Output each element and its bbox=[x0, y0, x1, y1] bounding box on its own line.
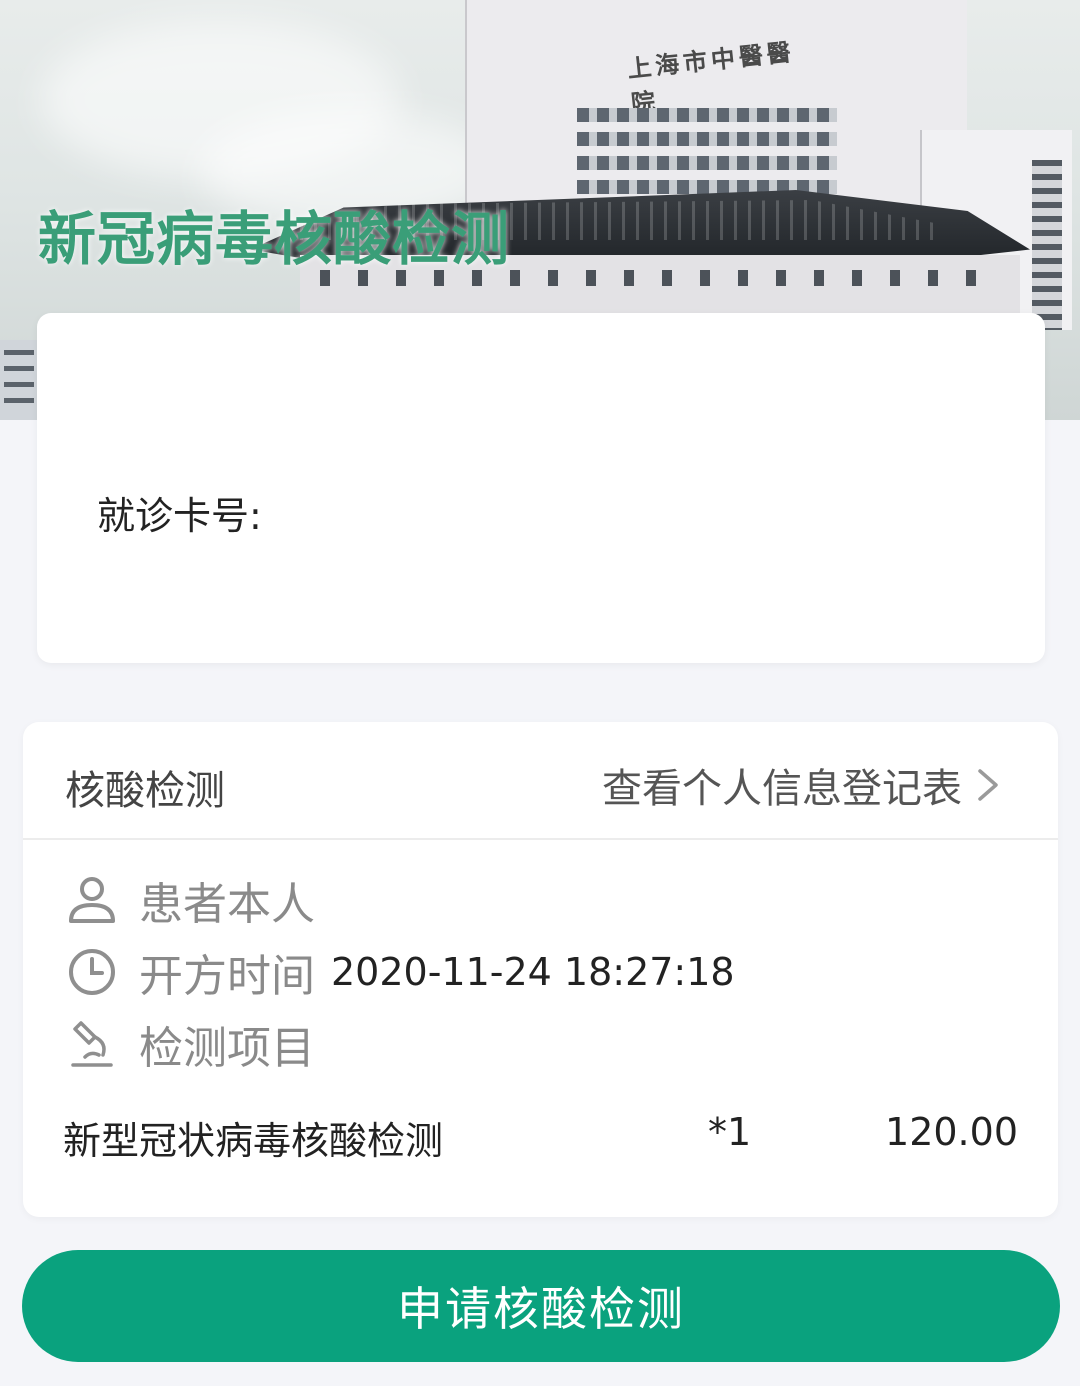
prescribe-time-row: 开方时间 2020-11-24 18:27:18 bbox=[65, 940, 735, 1004]
view-registration-form-link[interactable]: 查看个人信息登记表 bbox=[602, 756, 1006, 814]
view-registration-form-label: 查看个人信息登记表 bbox=[602, 766, 962, 812]
test-item-name: 新型冠状病毒核酸检测 bbox=[63, 1119, 444, 1163]
patient-card-panel: 就诊卡号: bbox=[37, 313, 1045, 663]
apply-nucleic-test-button[interactable]: 申请核酸检测 bbox=[22, 1250, 1060, 1362]
microscope-icon bbox=[71, 1021, 113, 1067]
card-number-label: 就诊卡号: bbox=[97, 494, 262, 538]
hospital-signboard: 上海市中醫醫院 bbox=[625, 36, 797, 119]
patient-row: 患者本人 bbox=[65, 868, 315, 932]
person-icon bbox=[69, 877, 115, 923]
clock-icon bbox=[69, 949, 115, 995]
prescribe-time-label: 开方时间 bbox=[139, 951, 315, 1002]
banner-title: 新冠病毒核酸检测 bbox=[38, 205, 511, 273]
patient-label: 患者本人 bbox=[139, 879, 315, 930]
prescribe-time-value: 2020-11-24 18:27:18 bbox=[331, 950, 735, 994]
section-title: 核酸检测 bbox=[65, 768, 225, 814]
order-card: 核酸检测 查看个人信息登记表 患者本人 开方时间 2020-11-24 18:2… bbox=[23, 722, 1058, 1217]
order-card-header: 核酸检测 查看个人信息登记表 bbox=[23, 722, 1058, 840]
test-item-quantity: *1 bbox=[708, 1110, 752, 1154]
chevron-right-icon bbox=[978, 769, 998, 801]
test-items-row: 检测项目 bbox=[65, 1012, 315, 1076]
test-item-price: 120.00 bbox=[885, 1110, 1018, 1154]
test-items-label: 检测项目 bbox=[139, 1023, 315, 1074]
